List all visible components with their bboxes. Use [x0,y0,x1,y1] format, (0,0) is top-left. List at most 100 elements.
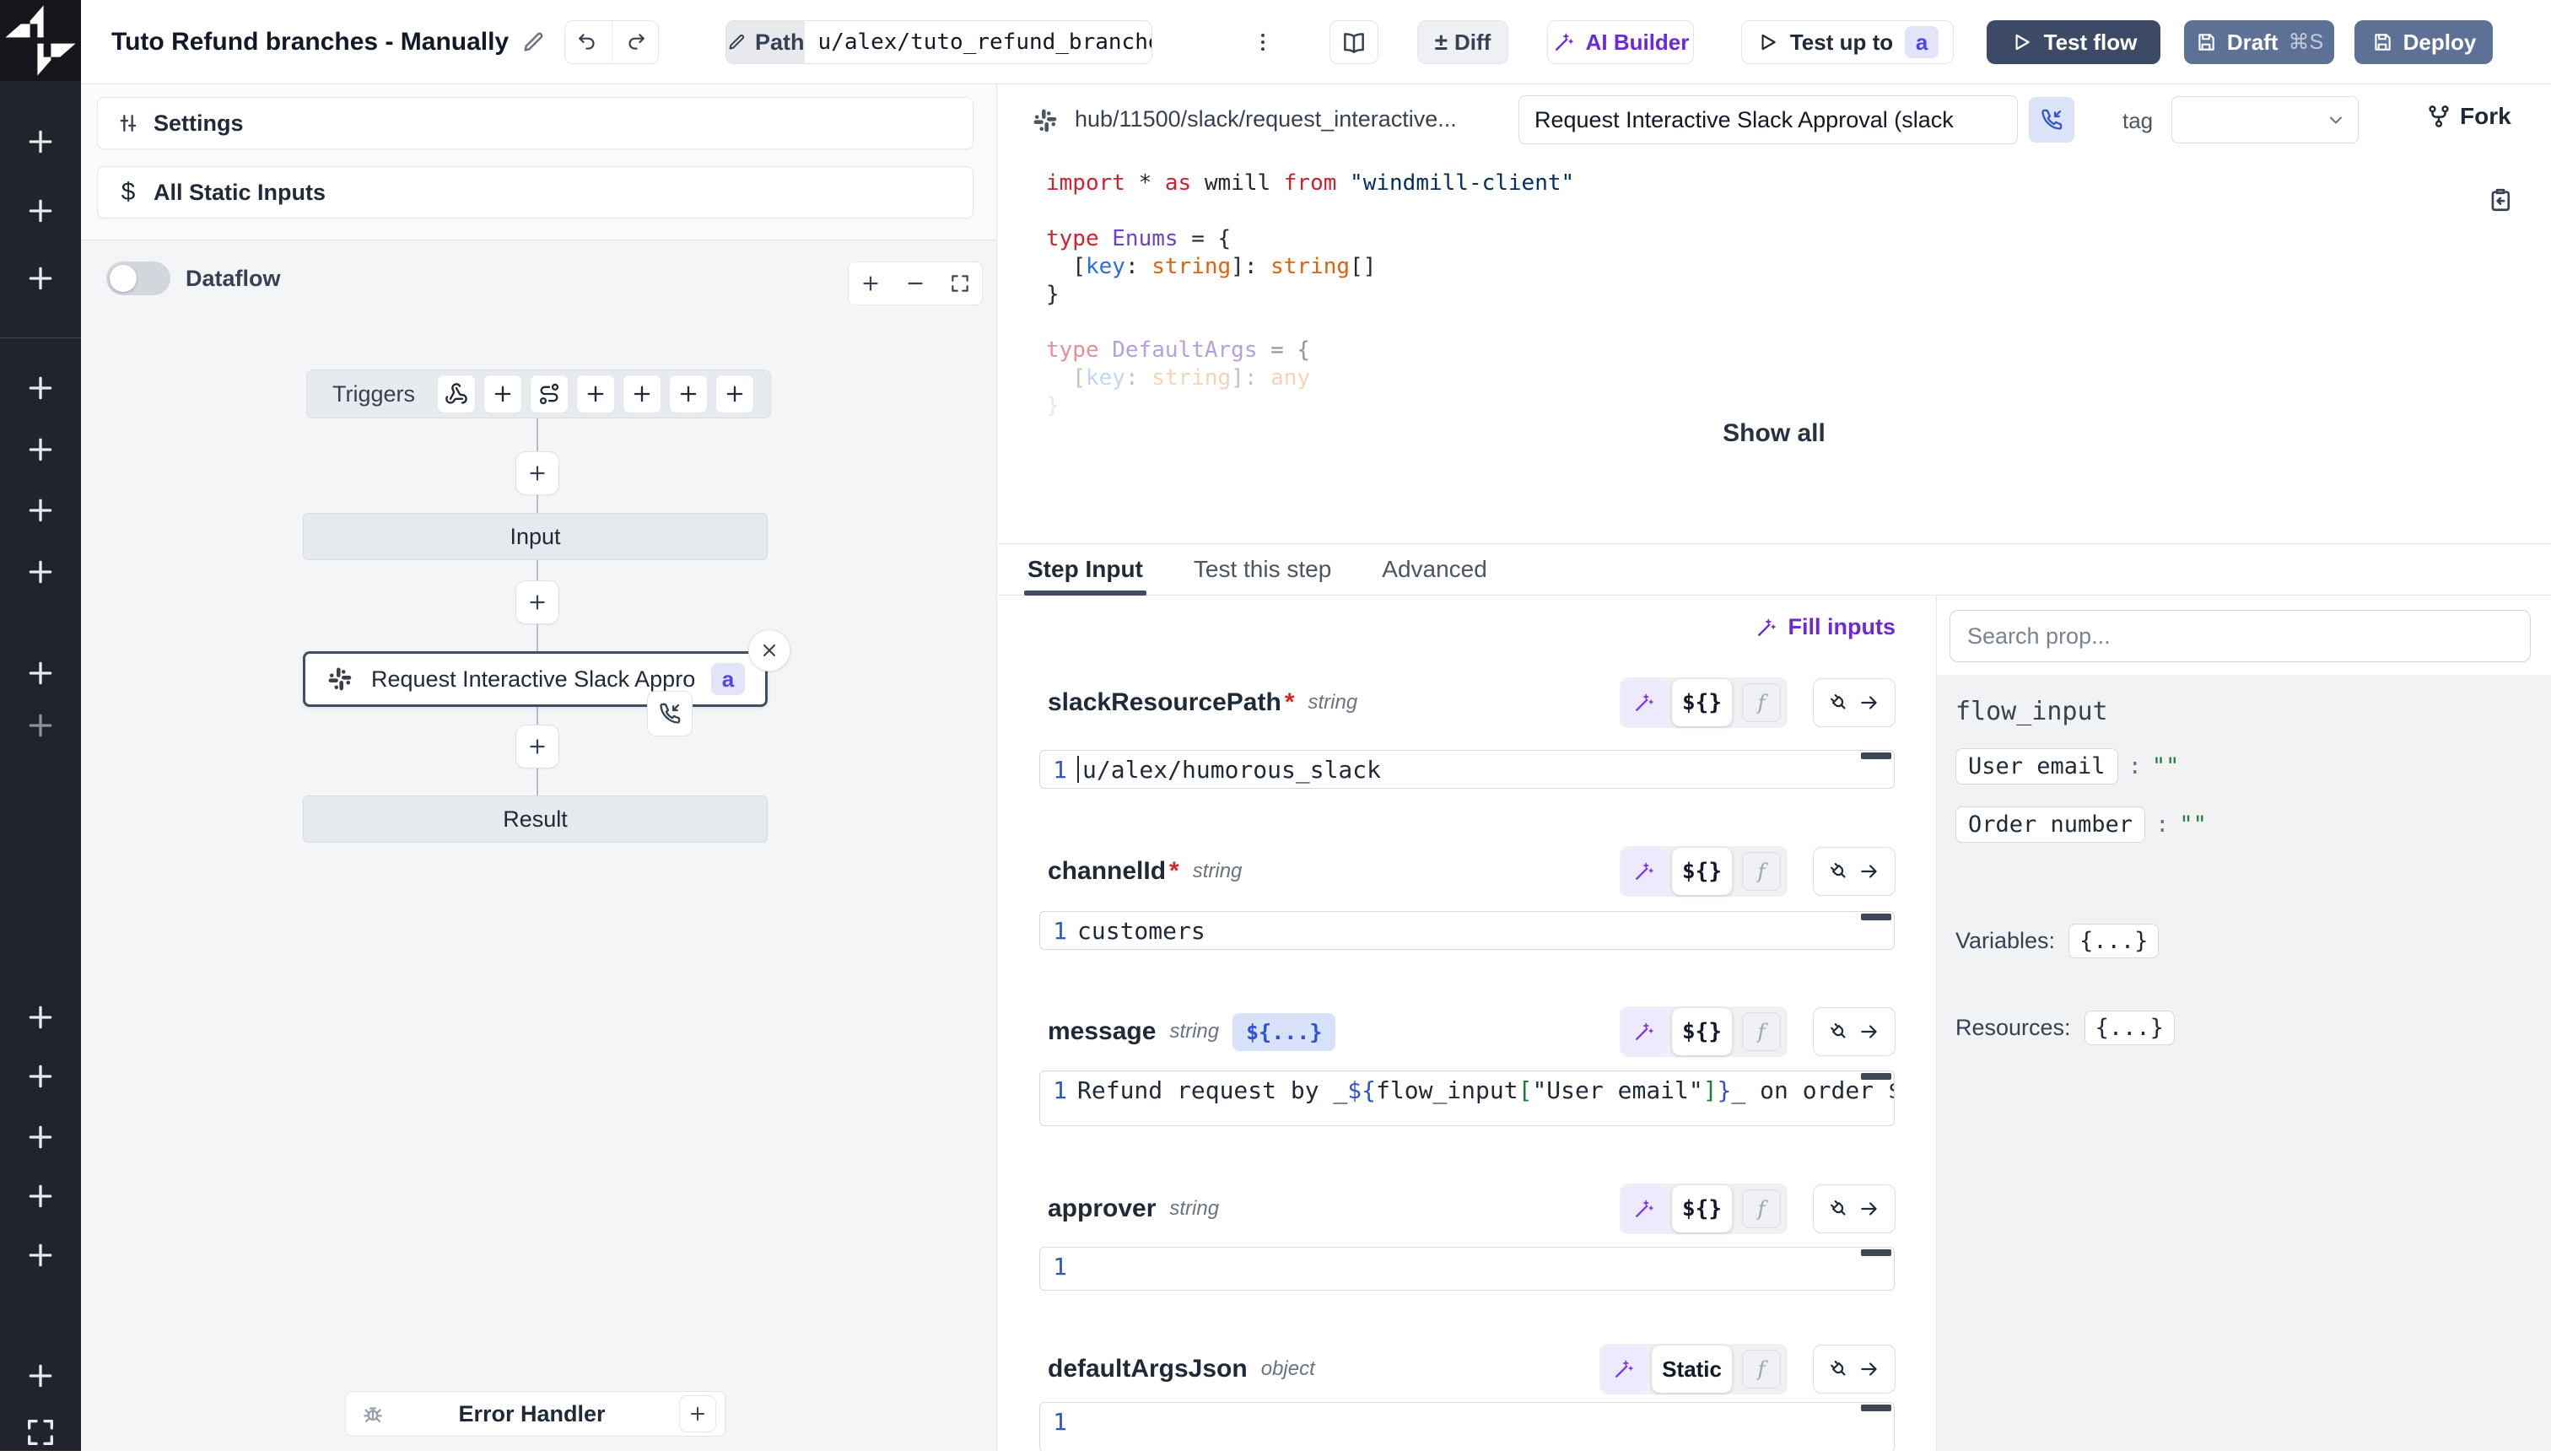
deploy-button[interactable]: Deploy [2354,20,2493,64]
redo-button[interactable] [612,21,659,63]
ai-fill-button[interactable] [1621,1186,1667,1232]
sidebar-item-variables[interactable] [0,487,81,534]
settings-card[interactable]: Settings [97,97,973,149]
toggle-knob [110,265,137,292]
tab-test-this-step[interactable]: Test this step [1194,544,1331,595]
canvas-zoom-controls [848,262,983,305]
field-editor-slackResourcePath[interactable]: 1u/alex/humorous_slack [1039,750,1895,789]
fork-button[interactable]: Fork [2426,103,2511,130]
connect-input-button[interactable] [1813,847,1896,896]
tag-select[interactable] [2171,96,2359,143]
function-mode-button[interactable]: f [1742,683,1781,722]
test-up-to-button[interactable]: Test up to a [1741,20,1954,64]
docs-button[interactable] [1329,20,1378,64]
sidebar-item-expand[interactable] [0,1409,81,1456]
function-mode-button[interactable]: f [1742,1189,1781,1228]
field-editor-channelId[interactable]: 1customers [1039,911,1895,950]
triggers-node[interactable]: Triggers [306,369,771,418]
flow-canvas[interactable]: Dataflow Triggers Input Request Interact… [81,240,996,1451]
path-button[interactable]: Path u/alex/tuto_refund_branches_ [725,20,1152,64]
fit-view-icon[interactable] [949,272,971,294]
ai-builder-button[interactable]: AI Builder [1547,20,1694,64]
dataflow-toggle[interactable] [106,262,170,295]
diff-button[interactable]: ±Diff [1417,20,1508,64]
trigger-email-button[interactable] [669,375,708,413]
sidebar-item-workspace[interactable] [0,118,81,165]
sidebar-item-user[interactable] [0,994,81,1041]
sidebar-item-runs[interactable] [0,426,81,473]
sidebar-item-ai[interactable] [0,1114,81,1161]
search-prop-input[interactable] [1950,610,2531,662]
slack-approval-step-node[interactable]: Request Interactive Slack Approval (... … [303,651,768,707]
error-handler-node[interactable]: Error Handler [345,1391,725,1437]
ai-fill-button[interactable] [1601,1346,1647,1392]
suspend-approval-indicator[interactable] [647,691,693,736]
undo-button[interactable] [565,21,612,63]
more-menu-button[interactable] [1250,20,1276,64]
mode-static-button[interactable]: Static [1652,1345,1732,1393]
field-editor-approver[interactable]: 1 [1039,1247,1895,1291]
plug-icon [1828,1021,1850,1043]
ai-fill-button[interactable] [1621,1009,1667,1054]
connect-input-button[interactable] [1813,678,1896,727]
connect-input-button[interactable] [1813,1345,1896,1394]
tab-advanced[interactable]: Advanced [1382,544,1487,595]
trigger-kafka-button[interactable] [623,375,661,413]
draft-button[interactable]: Draft⌘S [2184,20,2334,64]
suspend-approval-button[interactable] [2029,97,2074,143]
sidebar-item-add[interactable] [0,702,81,749]
prop-key-chip[interactable]: Order number [1955,806,2145,843]
connect-input-button[interactable] [1813,1007,1896,1056]
all-static-inputs-card[interactable]: $ All Static Inputs [97,166,973,218]
add-step-button[interactable] [515,451,559,495]
code-editor[interactable]: import * as wmill from "windmill-client"… [1046,170,1574,420]
test-flow-button[interactable]: Test flow [1987,20,2160,64]
resources-chip[interactable]: {...} [2084,1011,2175,1045]
ai-fill-button[interactable] [1621,680,1667,725]
result-node[interactable]: Result [303,795,768,843]
fill-inputs-button[interactable]: Fill inputs [1755,614,1896,640]
trigger-websocket-button[interactable] [576,375,615,413]
sidebar-item-home[interactable] [0,364,81,412]
trigger-poll-button[interactable] [715,375,754,413]
trigger-webhook-button[interactable] [437,375,476,413]
template-string-badge[interactable]: ${...} [1232,1013,1335,1051]
trigger-schedule-button[interactable] [483,375,522,413]
add-step-button[interactable] [515,725,559,768]
edit-title-pencil-icon[interactable] [520,30,546,55]
prop-key-chip[interactable]: User email [1955,748,2118,785]
mode-template-button[interactable]: ${} [1672,848,1732,895]
sidebar-item-settings[interactable] [0,1053,81,1100]
function-mode-button[interactable]: f [1742,1012,1781,1051]
function-mode-button[interactable]: f [1742,1350,1781,1389]
show-all-button[interactable]: Show all [1723,419,1826,448]
copy-code-icon[interactable] [2487,186,2514,213]
sidebar-item-folders[interactable] [0,1173,81,1220]
zoom-in-icon[interactable] [860,272,882,294]
field-editor-defaultArgsJson[interactable]: 1 [1039,1402,1895,1451]
windmill-logo-icon[interactable] [0,0,81,81]
input-node[interactable]: Input [303,513,768,560]
function-mode-button[interactable]: f [1742,852,1781,891]
add-error-handler-button[interactable] [679,1395,716,1432]
sidebar-item-schedules[interactable] [0,650,81,697]
connect-input-button[interactable] [1813,1184,1896,1233]
sidebar-item-audit-logs[interactable] [0,1232,81,1279]
mode-template-button[interactable]: ${} [1672,1008,1732,1055]
variables-chip[interactable]: {...} [2068,924,2159,958]
sidebar-item-help[interactable] [0,1352,81,1399]
add-step-button[interactable] [515,580,559,624]
undo-redo-group [564,20,659,64]
mode-template-button[interactable]: ${} [1672,679,1732,726]
field-editor-message[interactable]: 1Refund request by _${flow_input["User e… [1039,1070,1895,1126]
sidebar-item-search[interactable] [0,255,81,302]
trigger-route-button[interactable] [530,375,569,413]
delete-step-button[interactable] [748,629,790,671]
mode-template-button[interactable]: ${} [1672,1185,1732,1232]
tab-step-input[interactable]: Step Input [1027,544,1143,595]
zoom-out-icon[interactable] [904,272,926,294]
sidebar-item-favorites[interactable] [0,187,81,235]
step-name-input[interactable] [1518,95,2018,144]
sidebar-item-resources[interactable] [0,548,81,596]
ai-fill-button[interactable] [1621,849,1667,894]
